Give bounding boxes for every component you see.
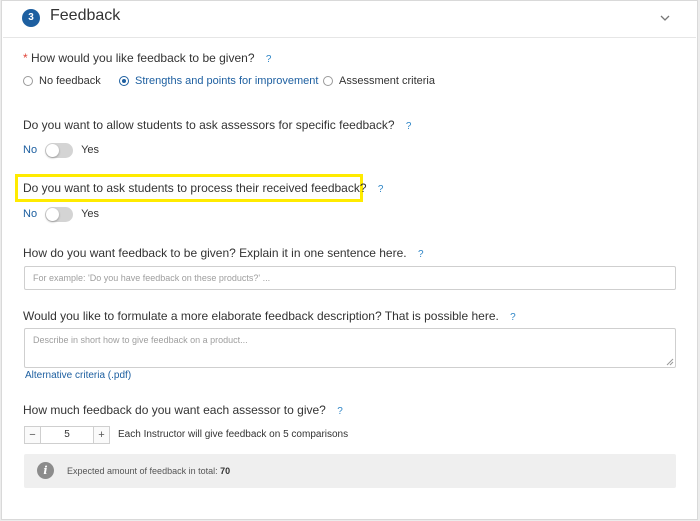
help-icon[interactable]: ?: [418, 249, 424, 260]
help-icon[interactable]: ?: [406, 121, 412, 132]
decrement-button[interactable]: −: [24, 426, 41, 444]
radio-label: No feedback: [39, 75, 101, 87]
section-title: Feedback: [50, 7, 121, 24]
elaborate-textarea[interactable]: Describe in short how to give feedback o…: [24, 328, 676, 368]
radio-assessment-criteria[interactable]: Assessment criteria: [323, 75, 435, 87]
help-icon[interactable]: ?: [510, 312, 516, 323]
toggle-no-label: No: [23, 208, 38, 220]
required-marker: *: [23, 51, 28, 65]
textarea-placeholder: Describe in short how to give feedback o…: [33, 335, 248, 345]
ask-assessors-toggle[interactable]: [45, 142, 74, 158]
feedback-type-question-text: How would you like feedback to be given?: [31, 51, 255, 65]
info-text: Expected amount of feedback in total: 70: [67, 466, 230, 476]
feedback-type-question: * How would you like feedback to be give…: [23, 51, 271, 65]
amount-question: How much feedback do you want each asses…: [23, 403, 343, 417]
process-feedback-question: Do you want to ask students to process t…: [23, 181, 383, 195]
radio-label: Strengths and points for improvement: [135, 75, 319, 87]
increment-button[interactable]: +: [93, 426, 110, 444]
step-badge: 3: [22, 9, 40, 27]
elaborate-question: Would you like to formulate a more elabo…: [23, 309, 516, 323]
one-sentence-input[interactable]: For example: 'Do you have feedback on th…: [24, 266, 676, 290]
radio-label: Assessment criteria: [339, 75, 435, 87]
toggle-yes-label: Yes: [81, 208, 100, 220]
process-feedback-question-text: Do you want to ask students to process t…: [23, 181, 367, 195]
quantity-input[interactable]: 5: [41, 426, 93, 444]
alternative-criteria-link[interactable]: Alternative criteria (.pdf): [25, 370, 131, 381]
stepper-note: Each Instructor will give feedback on 5 …: [118, 429, 349, 440]
section-header[interactable]: 3 Feedback: [2, 1, 697, 37]
ask-assessors-question: Do you want to allow students to ask ass…: [23, 118, 411, 132]
info-icon: i: [37, 462, 54, 479]
feedback-panel: 3 Feedback * How would you like feedback…: [1, 0, 698, 520]
quantity-stepper: − 5 +: [24, 426, 110, 444]
radio-icon: [323, 76, 333, 86]
one-sentence-question: How do you want feedback to be given? Ex…: [23, 246, 424, 260]
radio-strengths-improvement[interactable]: Strengths and points for improvement: [119, 75, 318, 87]
process-feedback-toggle[interactable]: [45, 206, 74, 222]
radio-icon: [23, 76, 33, 86]
resize-grip-icon[interactable]: [666, 358, 674, 366]
process-feedback-toggle-row: No Yes: [23, 205, 99, 223]
toggle-knob: [46, 143, 60, 157]
radio-no-feedback[interactable]: No feedback: [23, 75, 101, 87]
chevron-down-icon[interactable]: [658, 11, 672, 25]
toggle-no-label: No: [23, 144, 38, 156]
ask-assessors-toggle-row: No Yes: [23, 141, 99, 159]
toggle-yes-label: Yes: [81, 144, 100, 156]
help-icon[interactable]: ?: [337, 406, 343, 417]
toggle-knob: [46, 207, 60, 221]
amount-question-text: How much feedback do you want each asses…: [23, 403, 326, 417]
ask-assessors-question-text: Do you want to allow students to ask ass…: [23, 118, 395, 132]
header-divider: [3, 37, 696, 38]
input-placeholder: For example: 'Do you have feedback on th…: [33, 273, 271, 283]
info-box: i Expected amount of feedback in total: …: [24, 454, 676, 488]
radio-selected-icon: [119, 76, 129, 86]
info-label: Expected amount of feedback in total:: [67, 466, 218, 476]
elaborate-question-text: Would you like to formulate a more elabo…: [23, 309, 499, 323]
help-icon[interactable]: ?: [266, 54, 272, 65]
one-sentence-question-text: How do you want feedback to be given? Ex…: [23, 246, 407, 260]
help-icon[interactable]: ?: [378, 184, 384, 195]
info-total: 70: [220, 466, 231, 476]
